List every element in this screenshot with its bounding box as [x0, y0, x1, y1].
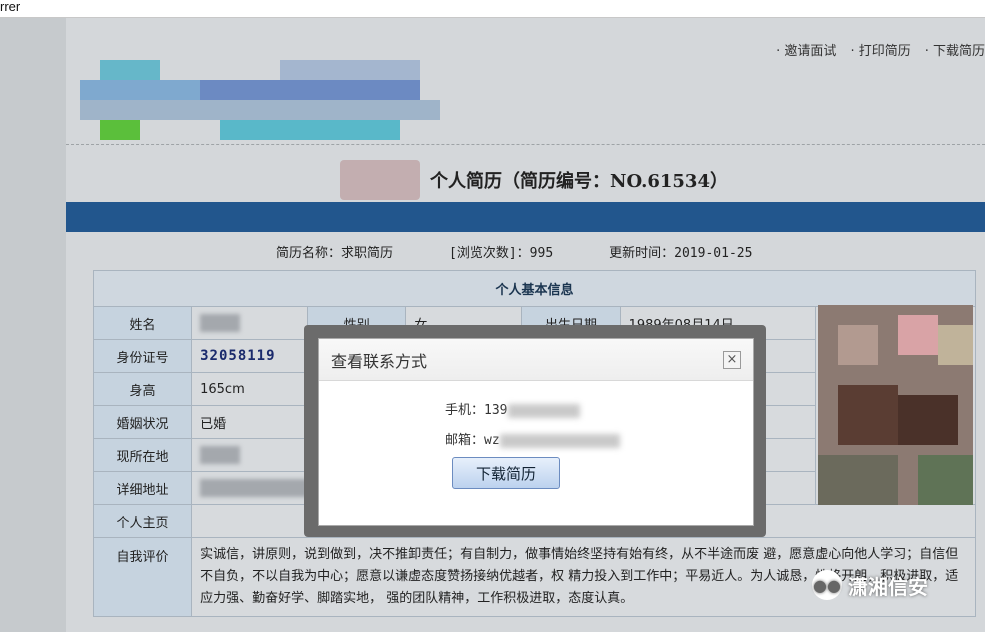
- watermark-text: 潇湘信安: [848, 574, 928, 599]
- left-gutter: [0, 18, 66, 632]
- phone-redacted: [507, 403, 580, 418]
- resume-name: 简历名称：求职简历: [276, 246, 394, 261]
- label-id: 身份证号: [92, 339, 193, 373]
- view-count: [浏览次数]：995: [449, 246, 554, 261]
- modal-body: 手机：139 邮箱：wz 下载简历: [319, 381, 753, 527]
- update-time: 更新时间：2019-01-25: [609, 246, 753, 261]
- email-value: wz: [484, 433, 500, 448]
- site-logo-pixelated: [80, 60, 440, 140]
- browser-strip: rrer: [0, 0, 985, 18]
- label-homepage: 个人主页: [92, 504, 193, 538]
- phone-label: 手机：: [445, 403, 485, 418]
- header-divider: [66, 144, 985, 145]
- phone-value: 139: [484, 403, 508, 418]
- section-header: 个人基本信息: [93, 270, 976, 307]
- close-icon: ×: [726, 352, 738, 367]
- email-redacted: [499, 433, 620, 448]
- id-number: 32058119: [200, 348, 276, 364]
- phone-line: 手机：139: [445, 399, 580, 418]
- close-button[interactable]: ×: [723, 350, 741, 369]
- label-address: 详细地址: [92, 471, 193, 505]
- modal-title: 查看联系方式: [331, 351, 428, 371]
- resume-meta: 简历名称：求职简历 [浏览次数]：995 更新时间：2019-01-25: [276, 242, 752, 261]
- profile-photo-pixelated: [818, 305, 973, 505]
- residence-redacted: [200, 446, 241, 464]
- label-height: 身高: [92, 372, 193, 406]
- value-name: [191, 306, 309, 340]
- invite-interview-link[interactable]: 邀请面试: [776, 40, 836, 59]
- label-marital: 婚姻状况: [92, 405, 193, 439]
- address-redacted: [200, 479, 321, 497]
- label-residence: 现所在地: [92, 438, 193, 472]
- brand-bar: [66, 202, 985, 232]
- download-resume-link[interactable]: 下载简历: [925, 40, 985, 59]
- modal-header: 查看联系方式 ×: [319, 339, 753, 381]
- top-action-links: 邀请面试 打印简历 下载简历: [776, 40, 985, 59]
- label-name: 姓名: [92, 306, 193, 340]
- print-resume-link[interactable]: 打印简历: [850, 40, 911, 59]
- name-redacted: [200, 314, 241, 332]
- email-label: 邮箱：: [445, 433, 485, 448]
- contact-modal: 查看联系方式 × 手机：139 邮箱：wz 下载简历: [318, 338, 754, 526]
- label-self-eval: 自我评价: [92, 537, 193, 617]
- browser-fragment-text: rrer: [0, 0, 21, 14]
- download-resume-button[interactable]: 下载简历: [452, 457, 560, 489]
- title-badge-pixelated: [340, 160, 420, 200]
- wechat-icon: ●●: [812, 570, 842, 600]
- title-area: 个人简历（简历编号：NO.61534）: [340, 160, 728, 200]
- email-line: 邮箱：wz: [445, 429, 620, 448]
- page-title: 个人简历（简历编号：NO.61534）: [430, 171, 728, 192]
- watermark: ●● 潇湘信安: [812, 570, 928, 600]
